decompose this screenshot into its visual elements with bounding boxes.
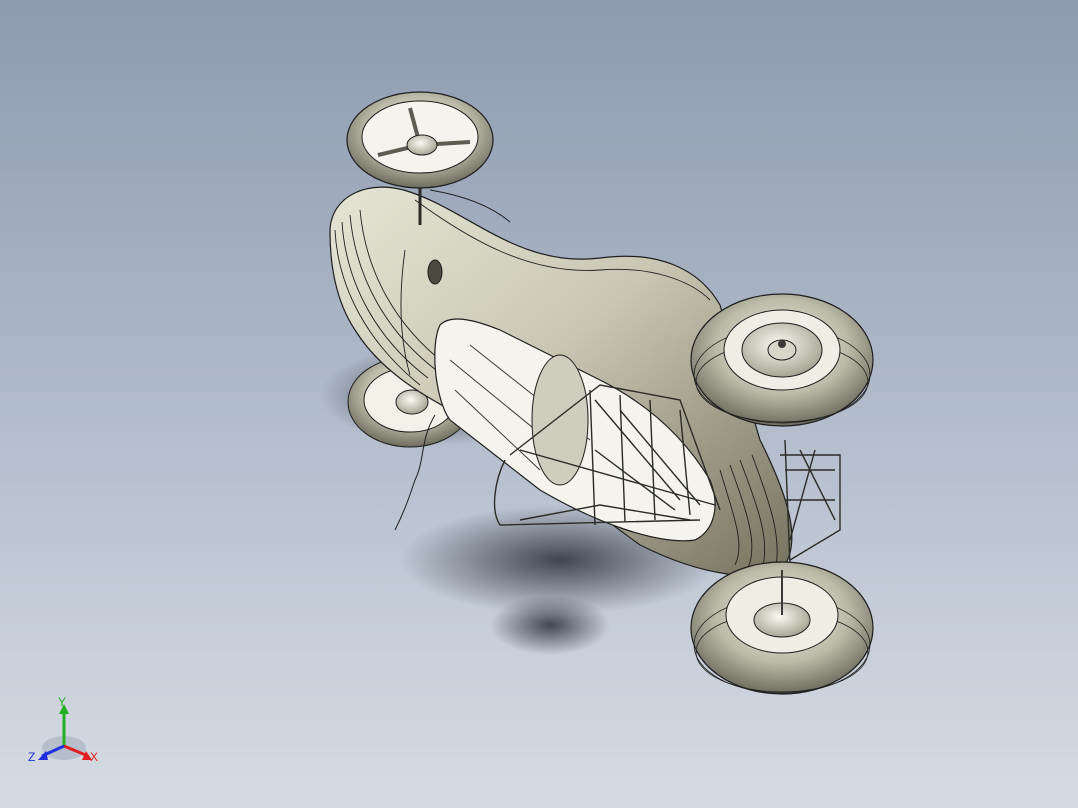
graphics-viewport[interactable]: Y X Z bbox=[0, 0, 1078, 808]
model-shadow bbox=[490, 595, 610, 655]
triad-z-label: Z bbox=[28, 750, 36, 764]
body-port-hole bbox=[427, 259, 443, 285]
view-orientation-triad: Y X Z bbox=[22, 690, 112, 770]
triad-y-label: Y bbox=[58, 695, 67, 709]
wheel-large-lower-right bbox=[690, 561, 874, 695]
vehicle-3d-model[interactable] bbox=[0, 0, 1078, 808]
triad-x-label: X bbox=[90, 750, 99, 764]
triad-graphic bbox=[38, 704, 92, 760]
seat-back bbox=[531, 354, 589, 486]
wheel-large-upper-right bbox=[690, 293, 874, 427]
